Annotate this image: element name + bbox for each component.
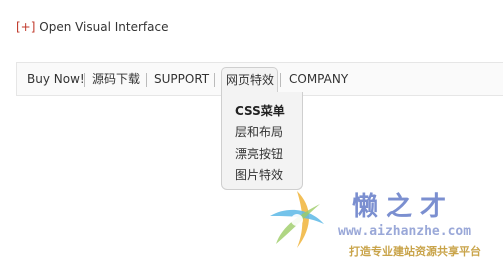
menu-item-web-effects-label: 网页特效	[226, 73, 275, 87]
menu-separator	[280, 73, 281, 87]
menu-item-company[interactable]: COMPANY	[289, 63, 348, 95]
watermark-slogan: 打造专业建站资源共享平台	[349, 245, 481, 258]
menu-item-web-effects-active-tab[interactable]: 网页特效	[221, 67, 278, 93]
dropdown-item-pretty-buttons[interactable]: 漂亮按钮	[235, 145, 283, 162]
dropdown-item-layers-layout[interactable]: 层和布局	[235, 123, 283, 140]
menu-separator	[214, 73, 215, 87]
open-visual-interface-label: Open Visual Interface	[39, 20, 169, 34]
dropdown-item-css-menu[interactable]: CSS菜单	[235, 102, 285, 119]
watermark-logo-icon	[262, 186, 332, 260]
web-effects-dropdown: CSS菜单 层和布局 漂亮按钮 图片特效	[221, 92, 303, 190]
dropdown-item-image-effects[interactable]: 图片特效	[235, 166, 283, 183]
watermark-url: www.aizhanzhe.com	[338, 224, 472, 239]
menu-separator	[146, 73, 147, 87]
open-visual-interface-link[interactable]: [+] Open Visual Interface	[16, 20, 168, 34]
menu-separator	[84, 73, 85, 87]
expand-bracket: [+]	[16, 20, 36, 34]
menu-item-source-download[interactable]: 源码下载	[92, 63, 140, 95]
watermark-brand: 懒之才	[352, 192, 455, 222]
menu-item-buy-now[interactable]: Buy Now!	[27, 63, 85, 95]
menu-item-support[interactable]: SUPPORT	[154, 63, 209, 95]
